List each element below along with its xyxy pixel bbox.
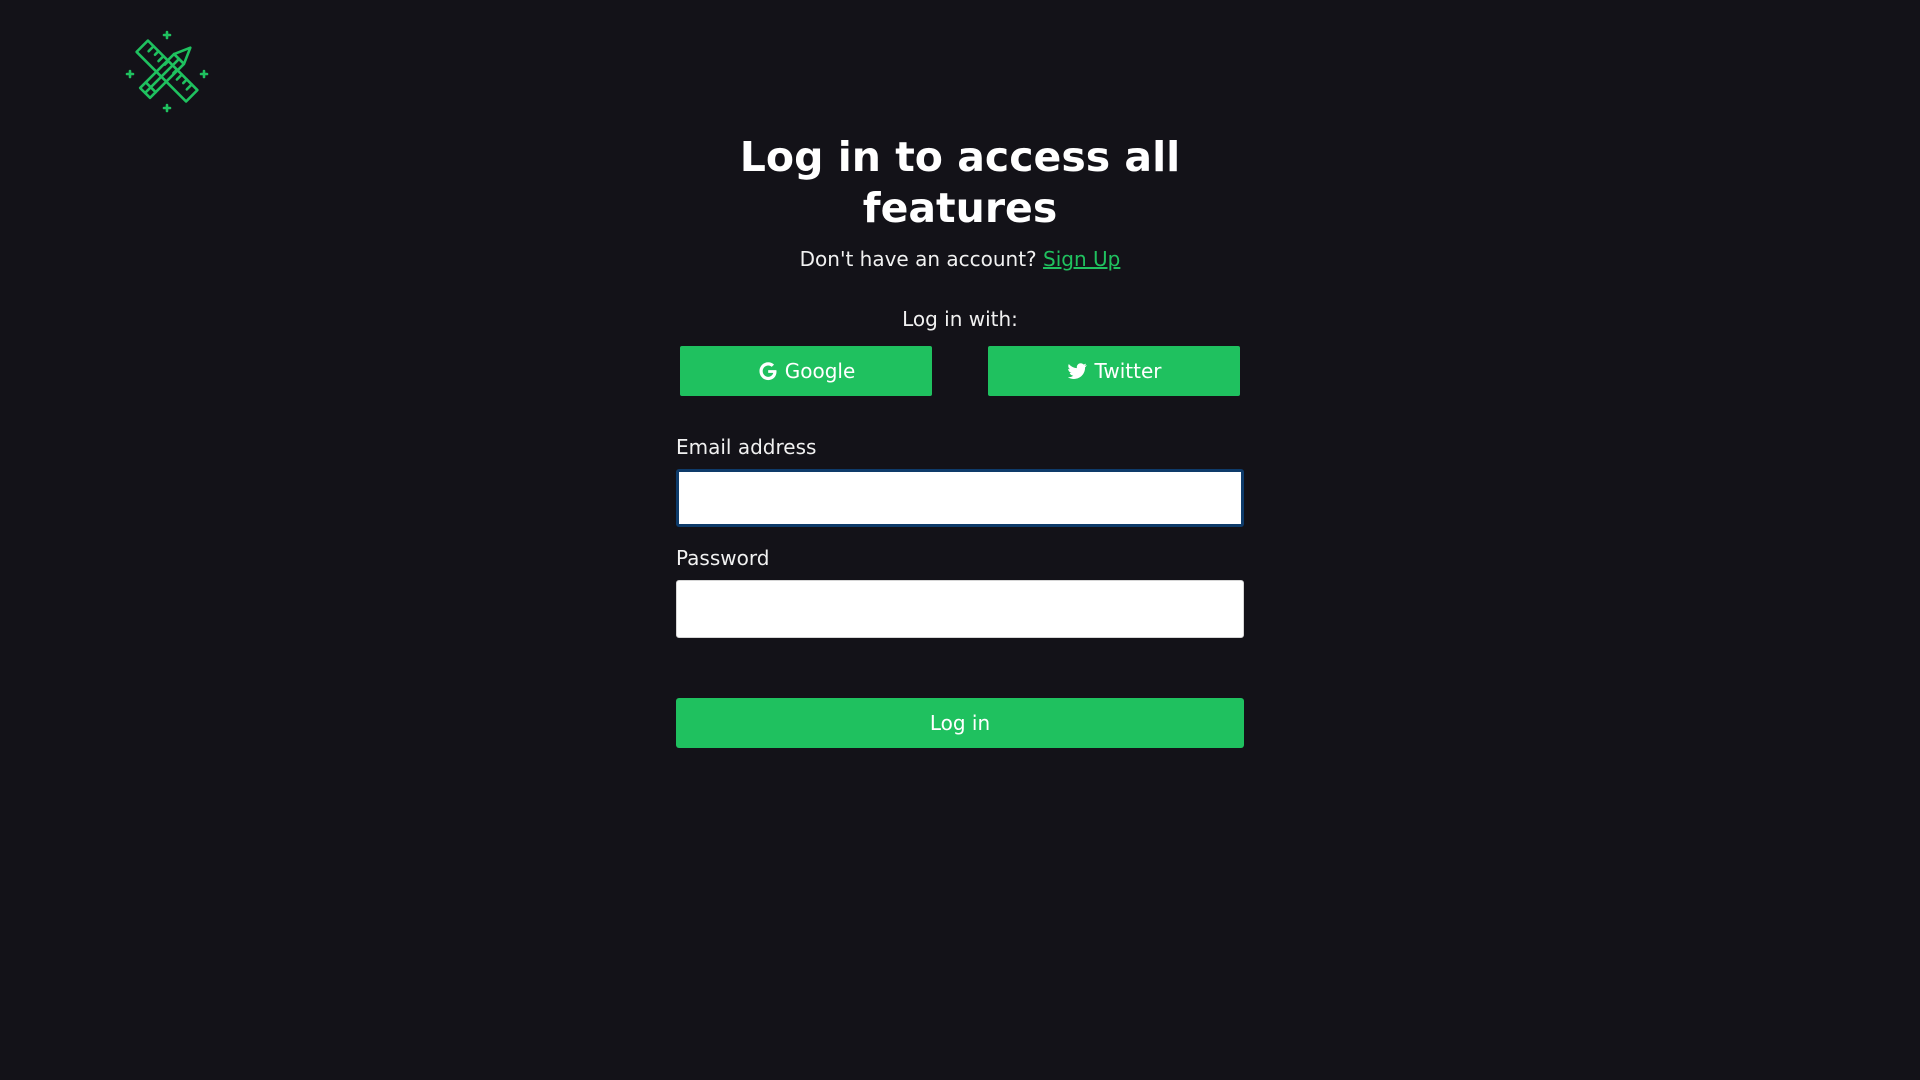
- social-login-prompt: Log in with:: [902, 307, 1018, 331]
- password-label: Password: [676, 546, 770, 570]
- twitter-login-label: Twitter: [1094, 359, 1162, 383]
- twitter-icon: [1066, 360, 1088, 382]
- password-field[interactable]: [676, 580, 1244, 638]
- email-field[interactable]: [676, 469, 1244, 527]
- social-login-buttons: Google Twitter: [676, 346, 1244, 396]
- signup-prompt-text: Don't have an account?: [799, 247, 1037, 271]
- ruler-pencil-icon[interactable]: [124, 28, 210, 114]
- page-title: Log in to access all features: [739, 133, 1181, 232]
- signup-prompt: Don't have an account? Sign Up: [676, 246, 1244, 272]
- email-label: Email address: [676, 435, 817, 459]
- twitter-login-button[interactable]: Twitter: [988, 346, 1240, 396]
- login-panel: Log in to access all features Don't have…: [676, 132, 1244, 748]
- google-login-label: Google: [784, 359, 856, 383]
- log-in-button[interactable]: Log in: [676, 698, 1244, 748]
- sign-up-link[interactable]: Sign Up: [1043, 247, 1120, 271]
- google-login-button[interactable]: Google: [680, 346, 932, 396]
- google-icon: [757, 360, 779, 382]
